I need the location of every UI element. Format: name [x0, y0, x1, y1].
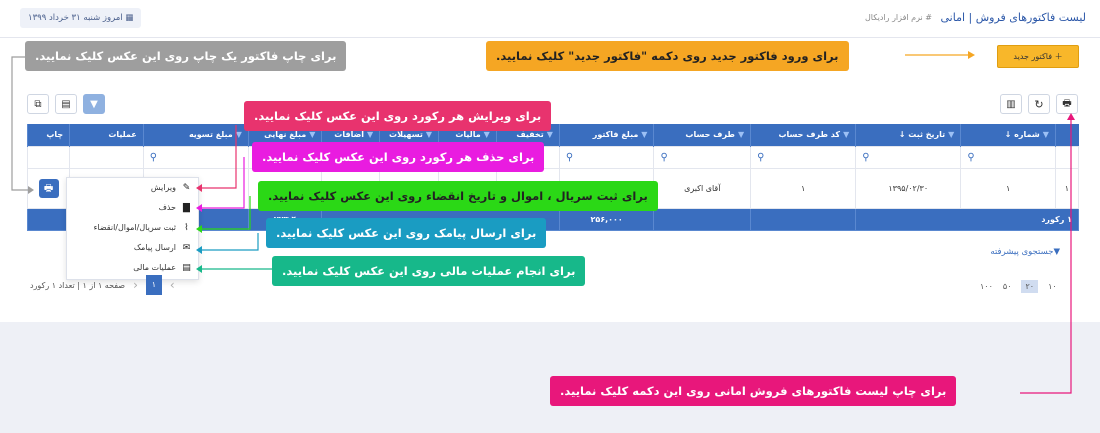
excel-icon: ▤	[61, 98, 71, 110]
callout-delete: برای حذف هر رکورد روی این عکس کلیک نمایی…	[252, 142, 545, 172]
filter-button[interactable]: ▼	[83, 94, 105, 114]
col-party-code[interactable]: ▼کد طرف حساب	[750, 124, 856, 146]
pager-prev[interactable]: ‹	[133, 278, 138, 292]
col-number[interactable]: ▼شماره ↓	[960, 124, 1056, 146]
printer-icon: 🖶	[43, 182, 54, 194]
search-icon: ⚲	[862, 151, 870, 163]
filter-icon: ▼	[737, 130, 745, 140]
row-print-button[interactable]: 🖶	[38, 178, 59, 198]
page-size-100[interactable]: ۱۰۰	[980, 282, 993, 291]
col-settlement[interactable]: ▼مبلغ تسویه	[142, 124, 249, 146]
filter-icon: ▼	[1053, 247, 1060, 257]
menu-item-delete[interactable]: ▇ حذف	[67, 198, 198, 218]
filter-icon: ▼	[367, 130, 374, 140]
filter-icon: ▼	[425, 130, 433, 140]
callout-sms: برای ارسال پیامک روی این عکس کلیک نمایید…	[266, 218, 547, 248]
col-invoice-amount[interactable]: ▼مبلغ فاکتور	[558, 124, 654, 146]
col-index	[1054, 124, 1079, 146]
filter-icon: ▼	[843, 130, 850, 140]
callout-serial: برای ثبت سریال ، اموال و تاریخ انقضاء رو…	[258, 181, 658, 211]
page-size-selector: ۱۰۰ ۵۰ ۲۰ ۱۰	[980, 280, 1057, 293]
callout-edit: برای ویرایش هر رکورد روی این عکس کلیک نم…	[244, 101, 552, 131]
advanced-search-link[interactable]: ▼جستجوی پیشرفته	[990, 247, 1060, 257]
search-icon: ⚲	[149, 151, 158, 163]
new-invoice-button[interactable]: ＋ فاکتور جدید	[997, 45, 1079, 68]
callout-print-list: برای چاپ لیست فاکتورهای فروش امانی روی ا…	[550, 376, 957, 406]
print-list-button[interactable]: 🖶	[1056, 94, 1078, 114]
pager: › ۱ ‹ صفحه ۱ از ۱ | تعداد ۱ رکورد	[30, 275, 175, 295]
callout-finance: برای انجام عملیات مالی روی این عکس کلیک …	[272, 256, 586, 286]
date-badge: ▦ امروز شنبه ۳۱ خرداد ۱۳۹۹	[20, 8, 142, 28]
paperclip-icon: ⌇	[184, 223, 189, 233]
filter-cell[interactable]: ⚲	[750, 145, 857, 169]
columns-icon: ▥	[1006, 98, 1016, 110]
filter-cell[interactable]: ⚲	[653, 145, 752, 169]
envelope-icon: ✉	[182, 243, 191, 253]
plus-icon: ＋	[1054, 52, 1063, 61]
printer-icon: 🖶	[1062, 97, 1072, 109]
col-operations: عملیات	[69, 124, 144, 146]
filter-icon: ▼	[948, 130, 955, 140]
search-icon: ⚲	[660, 151, 668, 163]
col-print: چاپ	[26, 124, 70, 146]
page-size-10[interactable]: ۱۰	[1048, 282, 1057, 291]
columns-button[interactable]: ▥	[1000, 94, 1022, 114]
col-party[interactable]: ▼طرف حساب	[653, 124, 751, 146]
pager-next[interactable]: ›	[170, 278, 175, 292]
menu-item-sms[interactable]: ✉ ارسال پیامک	[67, 238, 198, 258]
search-icon: ⚲	[757, 151, 765, 163]
filter-cell	[69, 145, 144, 169]
refresh-icon: ↻	[1034, 97, 1044, 111]
excel-button[interactable]: ▤	[55, 94, 77, 114]
grid-header-row: ▼شماره ↓ ▼تاریخ ثبت ↓ ▼کد طرف حساب ▼طرف …	[26, 124, 1079, 146]
calendar-icon: ▦	[125, 13, 134, 23]
row-number: ۱	[960, 167, 1056, 209]
search-icon: ⚲	[967, 151, 975, 163]
filter-cell[interactable]: ⚲	[558, 145, 655, 169]
trash-icon: ▇	[183, 203, 190, 213]
money-icon: ▤	[182, 263, 191, 273]
page-size-50[interactable]: ۵۰	[1003, 282, 1012, 291]
filter-icon: ▼	[483, 130, 490, 140]
filter-row: ⚲ ⚲ ⚲ ⚲ ⚲ ⚲ ⚲	[26, 145, 1080, 169]
footer-invoice-total: ۲۵۶,۰۰۰	[558, 207, 655, 231]
row-print: 🖶	[26, 167, 71, 209]
search-icon: ⚲	[565, 151, 574, 163]
filter-cell[interactable]: ⚲	[960, 145, 1056, 169]
app-name: # نرم افزار رادیکال	[864, 13, 932, 22]
filter-icon: ▼	[309, 130, 316, 140]
filter-icon: ▼	[90, 98, 98, 110]
footer-count: ۱ رکورد	[855, 207, 1079, 231]
col-date[interactable]: ▼تاریخ ثبت ↓	[855, 124, 961, 146]
callout-print-one: برای چاپ فاکتور یک چاپ روی این عکس کلیک …	[25, 41, 347, 71]
page-header: لیست فاکتورهای فروش | امانی # نرم افزار …	[0, 0, 1100, 38]
copy-icon: ⧉	[34, 98, 42, 110]
filter-icon: ▼	[641, 130, 648, 140]
menu-item-edit[interactable]: ✎ ویرایش	[67, 178, 198, 198]
row-context-menu: ✎ ویرایش ▇ حذف ⌇ ثبت سریال/اموال/انقضاء ✉ ار…	[66, 177, 199, 280]
row-party-code: ۱	[750, 167, 857, 209]
pencil-icon: ✎	[182, 183, 191, 193]
filter-cell	[1054, 145, 1080, 169]
row-index: ۱	[1054, 167, 1080, 209]
row-date: ۱۳۹۵/۰۲/۳۰	[855, 167, 962, 209]
filter-icon: ▼	[1042, 130, 1049, 140]
page-size-20[interactable]: ۲۰	[1021, 280, 1039, 293]
refresh-button[interactable]: ↻	[1028, 94, 1050, 114]
filter-icon: ▼	[546, 130, 553, 140]
pager-info: صفحه ۱ از ۱ | تعداد ۱ رکورد	[30, 280, 126, 290]
filter-cell[interactable]: ⚲	[855, 145, 962, 169]
filter-cell	[26, 145, 71, 169]
new-invoice-label: فاکتور جدید	[1013, 52, 1053, 61]
filter-cell[interactable]: ⚲	[142, 145, 249, 169]
advanced-search-label: جستجوی پیشرفته	[990, 247, 1054, 257]
date-text: امروز شنبه ۳۱ خرداد ۱۳۹۹	[28, 13, 123, 23]
copy-button[interactable]: ⧉	[27, 94, 49, 114]
page-title: لیست فاکتورهای فروش | امانی	[940, 11, 1087, 24]
callout-new-invoice: برای ورود فاکتور جدید روی دکمه "فاکتور ج…	[486, 41, 849, 71]
filter-icon: ▼	[235, 130, 242, 140]
row-party: آقای اکبری	[653, 167, 752, 209]
menu-item-serial[interactable]: ⌇ ثبت سریال/اموال/انقضاء	[67, 218, 198, 238]
pager-current[interactable]: ۱	[145, 275, 162, 295]
